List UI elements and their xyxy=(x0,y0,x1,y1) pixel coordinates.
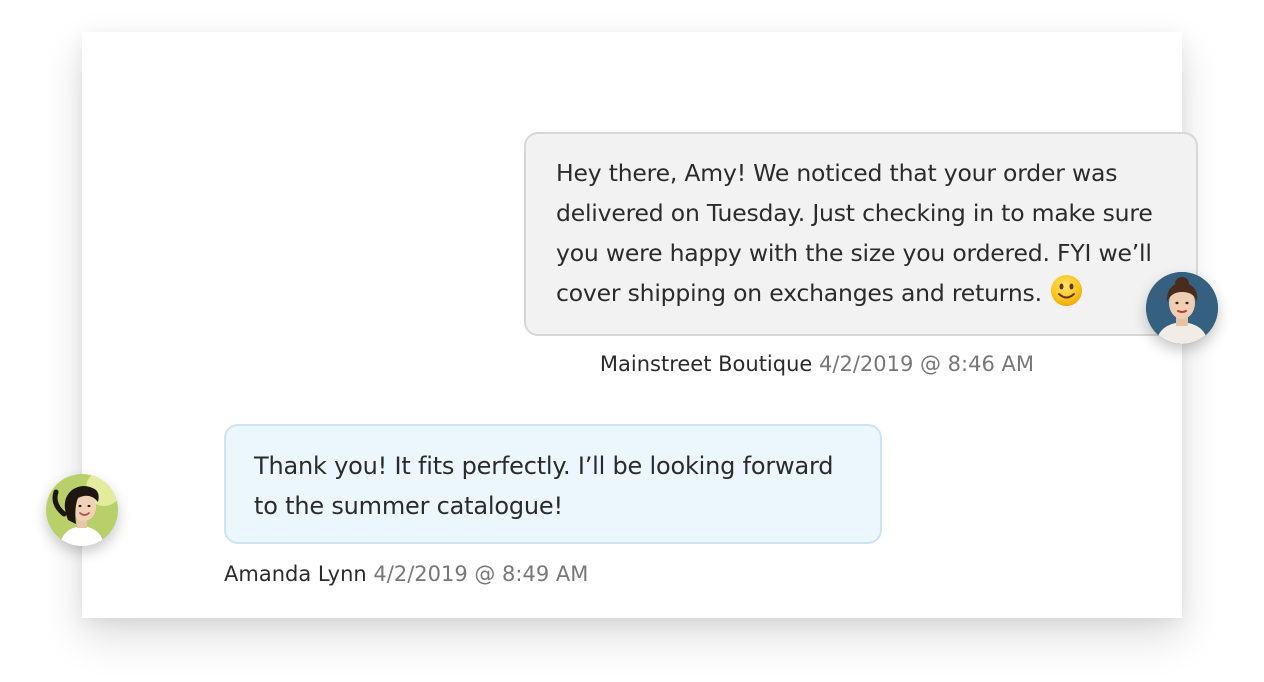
chat-card: Hey there, Amy! We noticed that your ord… xyxy=(82,32,1198,618)
woman-avatar-icon[interactable] xyxy=(46,474,118,546)
woman-avatar-icon[interactable] xyxy=(1146,272,1218,344)
sender-name: Amanda Lynn xyxy=(224,562,367,586)
sender-name: Mainstreet Boutique xyxy=(599,352,813,376)
message-meta-incoming: Amanda Lynn 4/2/2019 @ 8:49 AM xyxy=(224,560,588,588)
message-text: Thank you! It fits perfectly. I’ll be lo… xyxy=(254,452,834,520)
message-timestamp: 4/2/2019 @ 8:49 AM xyxy=(373,562,589,586)
message-timestamp: 4/2/2019 @ 8:46 AM xyxy=(819,352,1034,376)
message-bubble-outgoing: Hey there, Amy! We noticed that your ord… xyxy=(524,132,1198,336)
message-meta-outgoing: Mainstreet Boutique 4/2/2019 @ 8:46 AM xyxy=(600,350,1034,378)
slightly-smiling-face-icon xyxy=(1050,274,1083,307)
message-bubble-incoming: Thank you! It fits perfectly. I’ll be lo… xyxy=(224,424,882,544)
